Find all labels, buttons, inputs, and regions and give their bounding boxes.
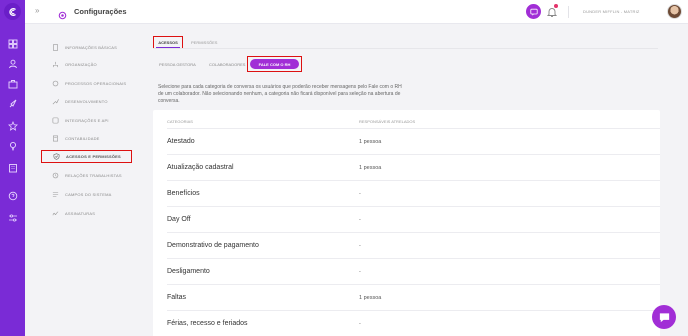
labor-icon [51,172,59,180]
accounting-icon [51,135,59,143]
category-name: Férias, recesso e feriados [167,320,248,327]
gear-icon [58,7,67,20]
shield-check-icon [52,153,60,161]
company-name[interactable]: DUNDER MIFFLIN - MATRIZ [583,9,640,14]
subtab-fale-com-o-rh[interactable]: FALE COM O RH [250,59,299,69]
rocket-icon[interactable] [7,98,18,109]
menu-item-processos-operacionais[interactable]: PROCESSOS OPERACIONAIS [41,77,132,90]
grid-icon[interactable] [7,38,18,49]
responsible-count: 1 pessoa [359,139,382,145]
table-row[interactable]: Atestado 1 pessoa [167,128,660,154]
category-name: Faltas [167,294,187,301]
notification-badge [554,4,558,8]
menu-item-informacoes-basicas[interactable]: INFORMAÇÕES BÁSICAS [41,41,132,54]
menu-item-desenvolvimento[interactable]: DESENVOLVIMENTO [41,95,132,108]
settings-menu: INFORMAÇÕES BÁSICAS ORGANIZAÇÃO PROCESSO… [25,24,143,336]
column-header-categorias: CATEGORIAS [167,119,193,124]
responsible-count: - [359,269,361,275]
collapse-sidebar-icon[interactable]: » [35,6,39,15]
table-row[interactable]: Benefícios - [167,180,660,206]
building-icon[interactable] [7,162,18,173]
categories-table: CATEGORIAS RESPONSÁVEIS ATRELADOS Atesta… [153,110,660,336]
signature-icon [51,210,59,218]
menu-item-campos-sistema[interactable]: CAMPOS DO SISTEMA [41,188,132,201]
logo-icon[interactable] [4,3,21,20]
support-chat-button[interactable] [652,305,676,329]
table-row[interactable]: Férias, recesso e feriados - [167,310,660,336]
page-title: Configurações [74,7,127,16]
table-row[interactable]: Atualização cadastral 1 pessoa [167,154,660,180]
menu-item-contabilidade[interactable]: CONTABILIDADE [41,132,132,145]
tab-permissoes[interactable]: PERMISSÕES [191,40,217,45]
tabs-divider [153,48,658,49]
table-row[interactable]: Desligamento - [167,258,660,284]
help-icon[interactable] [7,190,18,201]
menu-item-integracoes-api[interactable]: INTEGRAÇÕES E API [41,114,132,127]
briefcase-icon[interactable] [7,78,18,89]
process-icon [51,80,59,88]
responsible-count: - [359,191,361,197]
responsible-count: 1 pessoa [359,165,382,171]
menu-item-organizacao[interactable]: ORGANIZAÇÃO [41,58,132,71]
table-row[interactable]: Day Off - [167,206,660,232]
divider [568,6,569,18]
subtab-pessoa-gestora[interactable]: PESSOA GESTORA [159,62,196,67]
category-name: Atestado [167,138,195,145]
document-icon [51,44,59,52]
table-row[interactable]: Faltas 1 pessoa [167,284,660,310]
org-icon [51,61,59,69]
category-name: Atualização cadastral [167,164,234,171]
avatar[interactable] [667,4,682,19]
responsible-count: - [359,243,361,249]
column-header-responsaveis: RESPONSÁVEIS ATRELADOS [359,119,416,124]
category-name: Desligamento [167,268,210,275]
integration-icon [51,117,59,125]
category-name: Benefícios [167,190,200,197]
lightbulb-icon[interactable] [7,140,18,151]
development-icon [51,98,59,106]
category-name: Day Off [167,216,191,223]
user-icon[interactable] [7,58,18,69]
responsible-count: - [359,321,361,327]
fields-icon [51,191,59,199]
menu-item-relacoes-trabalhistas[interactable]: RELAÇÕES TRABALHISTAS [41,169,132,182]
menu-item-acessos-permissoes[interactable]: ACESSOS E PERMISSÕES [41,150,132,163]
subtab-colaboradores[interactable]: COLABORADORES [209,62,245,67]
description-text: Selecione para cada categoria de convers… [158,84,402,104]
top-bar: » Configurações DUNDER MIFFLIN - MATRIZ [25,0,688,24]
menu-item-assinaturas[interactable]: ASSINATURAS [41,207,132,220]
sliders-icon[interactable] [7,212,18,223]
star-icon[interactable] [7,120,18,131]
main-content: ACESSOS PERMISSÕES PESSOA GESTORA COLABO… [143,24,688,336]
table-row[interactable]: Demonstrativo de pagamento - [167,232,660,258]
chat-bubble-icon [659,312,669,322]
responsible-count: - [359,217,361,223]
responsible-count: 1 pessoa [359,295,382,301]
chat-icon[interactable] [526,4,541,19]
app-rail [0,0,25,336]
category-name: Demonstrativo de pagamento [167,242,259,249]
